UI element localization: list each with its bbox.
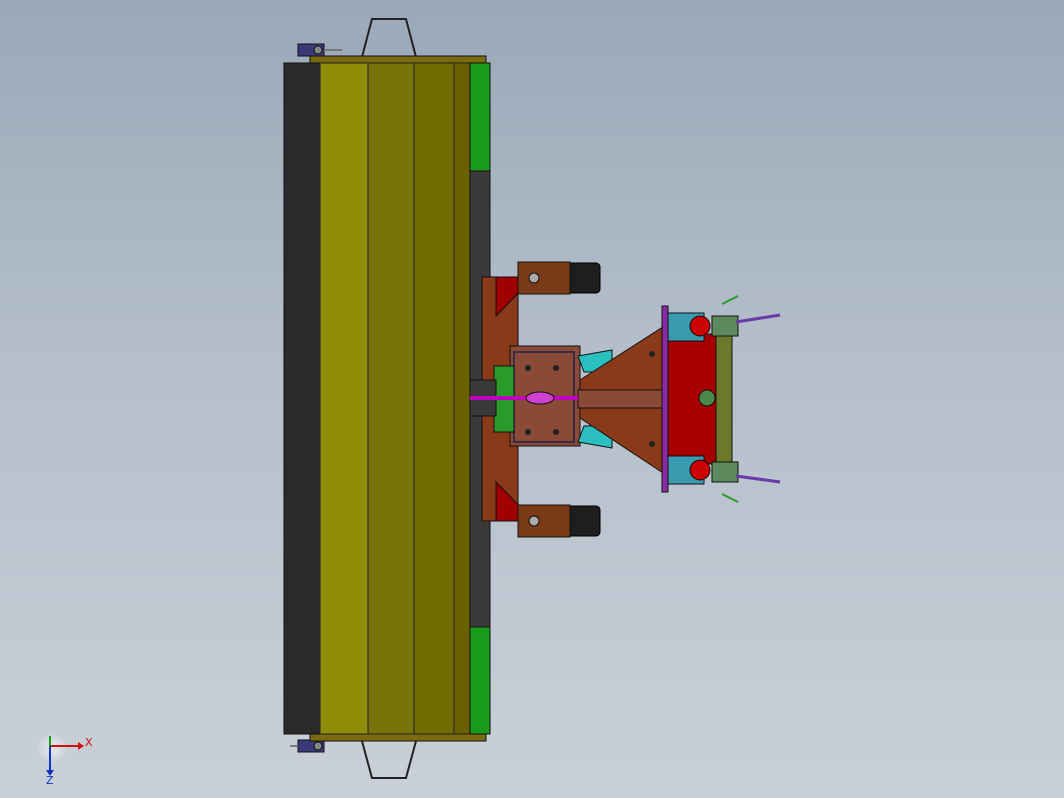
wheel-bottom-hub (517, 504, 571, 538)
wheel-bottom-axle (528, 515, 540, 527)
arm-bolt-top (649, 351, 655, 357)
blade-section-2 (367, 62, 415, 735)
hitch-plate (661, 305, 669, 493)
plate-bolt-2 (553, 365, 559, 371)
bottom-handle (361, 740, 417, 779)
hitch-top-lug (711, 315, 739, 337)
plate-bolt-3 (525, 429, 531, 435)
top-handle (361, 18, 417, 58)
hitch-cylinder-bottom-disc (689, 459, 711, 481)
wheel-top-axle (528, 272, 540, 284)
hitch-center-pin (698, 389, 716, 407)
blade-edge (453, 62, 471, 735)
green-strip-bottom (469, 626, 491, 735)
z-axis-label: Z (46, 774, 54, 786)
black-side-panel (283, 62, 321, 735)
wheel-top-hub (517, 261, 571, 295)
bottom-bracket-pin (313, 741, 323, 751)
hitch-cylinder-top-disc (689, 315, 711, 337)
hitch-brace-top (721, 295, 739, 305)
cad-viewport[interactable] (0, 0, 1064, 798)
plate-bolt-1 (525, 365, 531, 371)
blade-section-3 (413, 62, 455, 735)
hitch-arm-bottom (735, 474, 781, 484)
coordinate-triad: X Z (38, 732, 93, 786)
arm-bolt-bottom (649, 441, 655, 447)
plate-bolt-4 (553, 429, 559, 435)
green-strip-top (469, 62, 491, 172)
x-axis-label: X (85, 736, 93, 749)
hitch-crossbar (715, 329, 733, 471)
drive-coupling (525, 391, 555, 405)
hitch-arm-top (735, 313, 781, 324)
hitch-brace-bottom (721, 493, 739, 503)
top-bracket-pin (313, 45, 323, 55)
blade-section-1 (319, 62, 369, 735)
hitch-bottom-lug (711, 461, 739, 483)
